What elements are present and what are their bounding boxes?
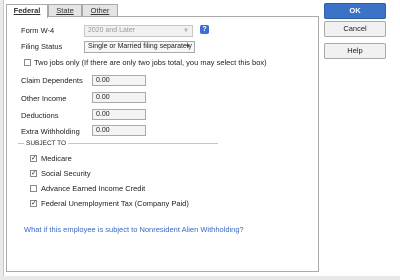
claim-dependents-field[interactable]: 0.00: [92, 75, 146, 86]
form-w4-label: Form W-4: [21, 26, 55, 35]
tab-other-label: Other: [90, 6, 110, 15]
other-income-field[interactable]: 0.00: [92, 92, 146, 103]
chevron-down-icon: ▼: [183, 28, 189, 34]
deductions-field[interactable]: 0.00: [92, 109, 146, 120]
claim-dependents-label: Claim Dependents: [21, 76, 83, 85]
help-button[interactable]: Help: [324, 43, 386, 59]
ok-button[interactable]: OK: [324, 3, 386, 19]
other-income-label: Other Income: [21, 94, 67, 103]
window-bottom-edge: [0, 276, 400, 280]
social-security-label: Social Security: [41, 169, 91, 178]
filing-status-label: Filing Status: [21, 42, 63, 51]
window-left-edge: [0, 0, 4, 280]
question-mark-icon[interactable]: ?: [200, 25, 209, 34]
tab-state-label: State: [56, 6, 74, 15]
extra-withholding-label: Extra Withholding: [21, 127, 80, 136]
cancel-button[interactable]: Cancel: [324, 21, 386, 37]
filing-status-select[interactable]: Single or Married filing separately ▼: [84, 41, 195, 53]
checkmark-icon: ✓: [31, 200, 37, 207]
advance-eic-label: Advance Earned Income Credit: [41, 184, 146, 193]
extra-withholding-field[interactable]: 0.00: [92, 125, 146, 136]
nonresident-alien-link[interactable]: What if this employee is subject to Nonr…: [24, 225, 244, 234]
futa-checkbox[interactable]: ✓: [30, 200, 37, 207]
tab-federal-label: Federal: [13, 6, 41, 15]
two-jobs-label: Two jobs only (If there are only two job…: [34, 58, 267, 67]
subject-to-title: SUBJECT TO: [24, 140, 69, 147]
checkmark-icon: ✓: [31, 170, 37, 177]
form-w4-value: 2020 and Later: [88, 27, 136, 34]
chevron-down-icon: ▼: [185, 44, 191, 50]
futa-label: Federal Unemployment Tax (Company Paid): [41, 199, 189, 208]
two-jobs-checkbox[interactable]: [24, 59, 31, 66]
tab-federal[interactable]: Federal: [6, 4, 48, 18]
filing-status-value: Single or Married filing separately: [88, 43, 192, 50]
medicare-label: Medicare: [41, 154, 72, 163]
medicare-checkbox[interactable]: ✓: [30, 155, 37, 162]
checkmark-icon: ✓: [31, 155, 37, 162]
form-w4-select: 2020 and Later ▼: [84, 25, 193, 37]
social-security-checkbox[interactable]: ✓: [30, 170, 37, 177]
advance-eic-checkbox[interactable]: [30, 185, 37, 192]
deductions-label: Deductions: [21, 111, 59, 120]
